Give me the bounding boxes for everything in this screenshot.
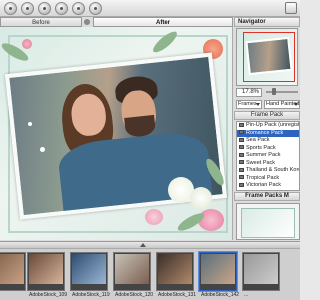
collapse-arrow-icon[interactable] xyxy=(140,243,146,247)
frame-pack-label: Sweet Pack xyxy=(246,159,276,166)
zoom-input[interactable]: 17.8% xyxy=(236,88,262,97)
frame-pack-label: Victorian Pack xyxy=(246,182,282,188)
filmstrip-thumb[interactable] xyxy=(198,251,238,292)
frame-style-select[interactable]: Hand Painted xyxy=(264,100,300,109)
thumbnail-image xyxy=(72,254,106,284)
zoom-slider[interactable] xyxy=(266,88,298,95)
filmstrip-thumb[interactable] xyxy=(113,252,151,291)
thumbnail-label: AdobeStock_109 xyxy=(29,292,68,298)
filmstrip-thumb[interactable] xyxy=(242,252,280,291)
thumbnail-label: AdobeStock_142 xyxy=(201,292,240,298)
petal-decoration xyxy=(40,147,45,152)
frame-pack-label: Sports Pack xyxy=(246,144,276,151)
thumbnail-image xyxy=(158,254,192,284)
navigator-title: Navigator xyxy=(234,17,300,27)
frame-pack-label: Tropical Pack xyxy=(246,174,280,181)
frame-preview-thumb[interactable] xyxy=(241,208,295,238)
zoom-slider-handle[interactable] xyxy=(272,88,276,95)
share-icon[interactable] xyxy=(38,2,51,15)
navigator-preview[interactable] xyxy=(236,28,298,86)
pack-icon xyxy=(239,175,244,180)
petal-decoration xyxy=(28,122,32,126)
app-window: Before After Navigator 17.8% Frames Hand… xyxy=(0,0,300,300)
frame-pack-preview[interactable] xyxy=(236,203,300,240)
frame-pack-item[interactable]: Romance Pack xyxy=(237,129,299,137)
frame-pack-preview-header: Frame Packs M xyxy=(234,192,300,201)
frame-pack-item[interactable]: Pin-Up Pack (unregistered) xyxy=(237,122,299,130)
frame-pack-header: Frame Pack xyxy=(234,111,300,120)
chevron-down-icon xyxy=(294,103,298,106)
frame-pack-item[interactable]: Sea Pack xyxy=(237,137,299,145)
undo-icon[interactable] xyxy=(72,2,85,15)
navigator-viewport-box[interactable] xyxy=(243,32,295,82)
frame-pack-item[interactable]: Thailand & South Korea xyxy=(237,167,299,175)
flower-decoration xyxy=(22,39,32,49)
open-icon[interactable] xyxy=(4,2,17,15)
tab-before[interactable]: Before xyxy=(0,17,82,27)
thumbnail-image xyxy=(29,254,63,284)
thumbnail-label: AdobeStock_119 xyxy=(72,292,110,298)
thumbnail-image xyxy=(0,254,24,284)
thumbnail-label: AdobeStock_131 xyxy=(158,292,197,298)
pack-icon xyxy=(239,182,244,187)
frame-pack-label: Summer Pack xyxy=(246,152,281,158)
toolbar xyxy=(0,0,300,17)
split-handle-icon[interactable] xyxy=(84,19,90,25)
filmstrip-thumb[interactable] xyxy=(0,252,26,291)
chevron-down-icon xyxy=(256,103,260,106)
filmstrip-thumb[interactable] xyxy=(27,252,65,291)
pack-icon xyxy=(239,145,244,150)
flower-decoration xyxy=(145,209,163,225)
frame-pack-label: Pin-Up Pack (unregistered) xyxy=(246,122,299,128)
pack-icon xyxy=(239,130,244,135)
thumbnail-label: ... xyxy=(244,292,249,298)
grid-toggle-icon[interactable] xyxy=(285,2,297,14)
thumbnail-image xyxy=(115,254,149,284)
print-icon[interactable] xyxy=(55,2,68,15)
filmstrip-bar[interactable] xyxy=(0,242,300,249)
thumbnail-image xyxy=(201,254,235,284)
filmstrip: ... AdobeStock_109 AdobeStock_119 AdobeStoc… xyxy=(0,241,300,300)
flower-decoration xyxy=(190,187,212,209)
frame-type-value: Frames xyxy=(238,101,257,107)
filmstrip-thumb[interactable] xyxy=(70,252,108,291)
frame-pack-item[interactable]: Tropical Pack xyxy=(237,175,299,183)
pack-icon xyxy=(239,167,244,172)
frame-pack-list[interactable]: Pin-Up Pack (unregistered)Romance PackSe… xyxy=(236,121,300,191)
image-canvas[interactable] xyxy=(0,27,233,240)
zoom-controls: 17.8% xyxy=(234,88,300,98)
filmstrip-thumb[interactable] xyxy=(156,252,194,291)
frame-selectors: Frames Hand Painted xyxy=(234,100,300,110)
frame-pack-label: Sea Pack xyxy=(246,137,270,143)
frame-pack-item[interactable]: Sweet Pack xyxy=(237,160,299,168)
save-icon[interactable] xyxy=(21,2,34,15)
frame-pack-item[interactable]: Sports Pack xyxy=(237,145,299,153)
frame-type-select[interactable]: Frames xyxy=(236,100,262,109)
pack-icon xyxy=(239,137,244,142)
pack-icon xyxy=(239,160,244,165)
thumbnail-label: AdobeStock_120 xyxy=(115,292,154,298)
view-tabs: Before After xyxy=(0,17,233,27)
frame-pack-item[interactable]: Victorian Pack xyxy=(237,182,299,190)
frame-pack-label: Romance Pack xyxy=(246,129,284,136)
thumbnail-image xyxy=(244,254,278,284)
frame-pack-label: Thailand & South Korea xyxy=(246,167,299,173)
settings-icon[interactable] xyxy=(89,2,102,15)
pack-icon xyxy=(239,152,244,157)
pack-icon xyxy=(239,122,244,127)
frame-pack-item[interactable]: Summer Pack xyxy=(237,152,299,160)
tab-after[interactable]: After xyxy=(93,17,233,27)
